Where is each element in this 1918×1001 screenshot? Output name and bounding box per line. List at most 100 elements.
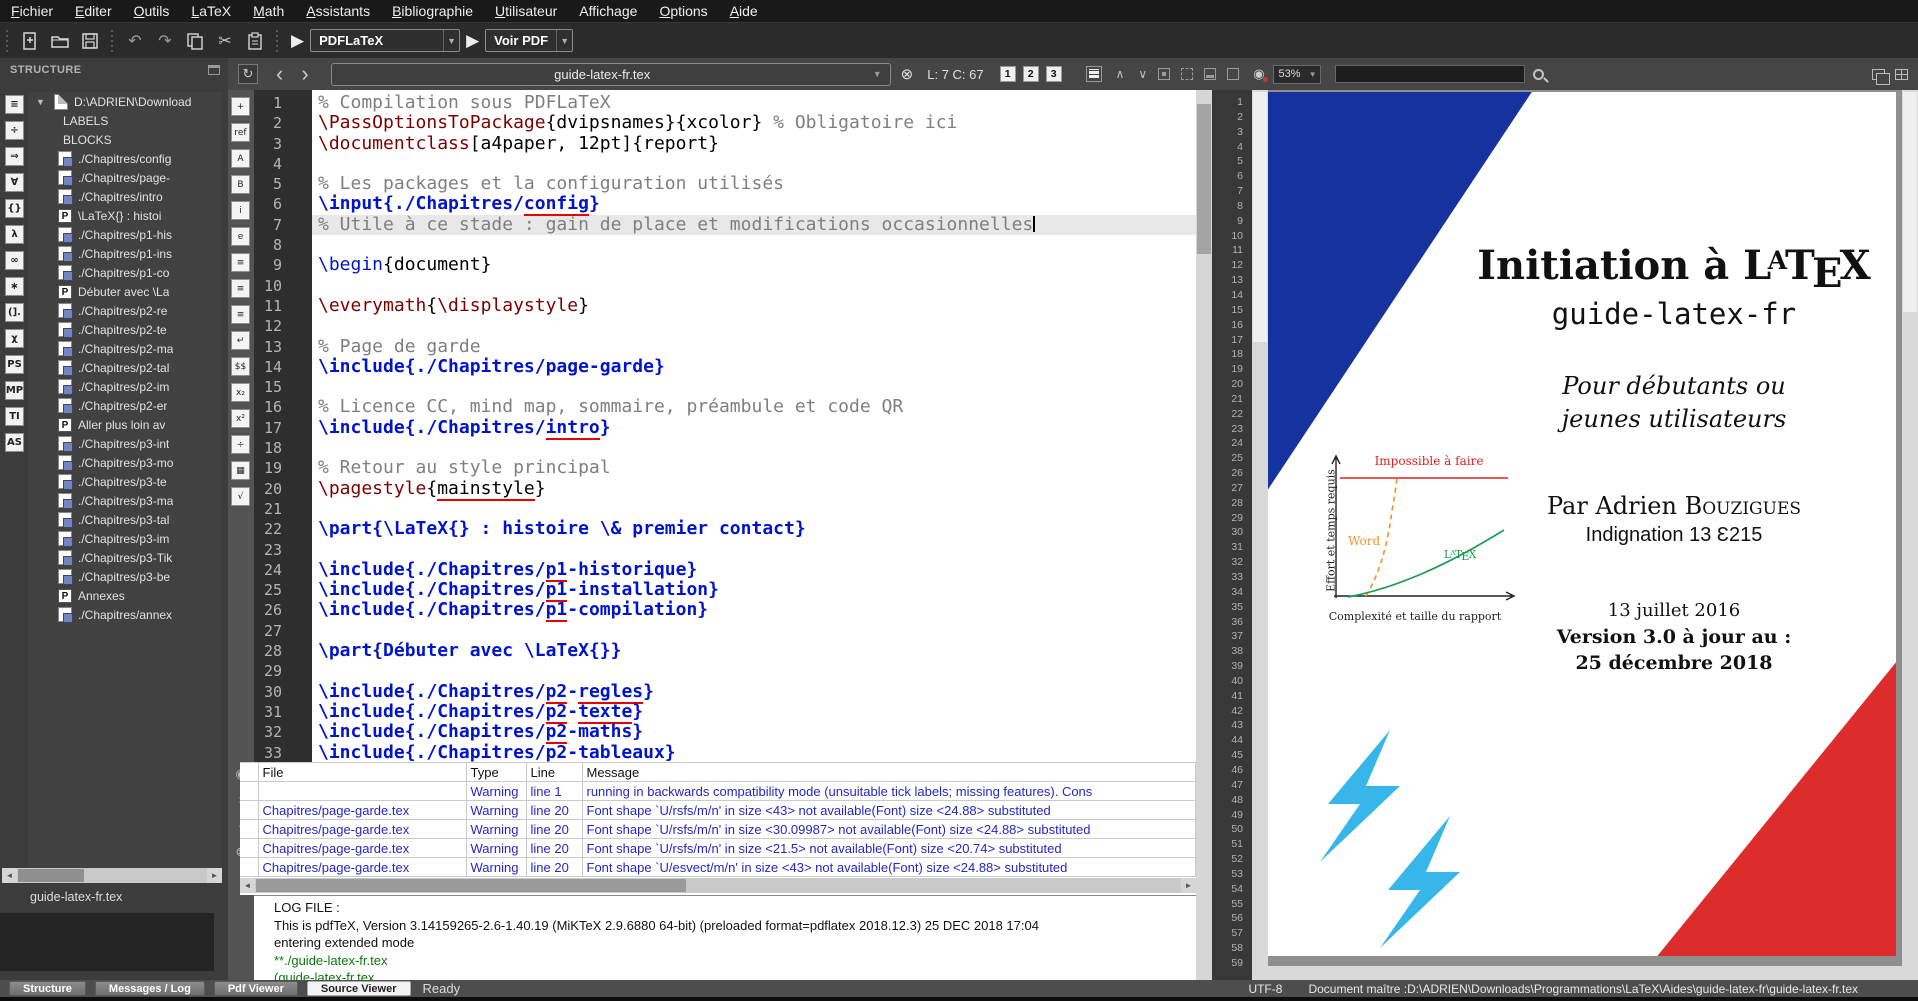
scroll-left-icon[interactable]: ◄ [240,878,255,893]
enumerate-icon[interactable]: ≡ [231,279,250,298]
code-line[interactable] [312,276,1196,296]
menu-aide[interactable]: Aide [719,0,769,22]
tree-item[interactable]: ./Chapitres/p1-ins [28,244,222,263]
scrollbar-thumb[interactable] [1253,92,1267,342]
tree-item[interactable]: P\LaTeX{} : histoi [28,206,222,225]
menu-bibliographie[interactable]: Bibliographie [381,0,484,22]
code-line[interactable] [312,661,1196,681]
messages-col-message[interactable]: Message [582,763,1196,782]
pdf-hscrollbar[interactable] [1268,966,1902,980]
brackets-tab[interactable]: (]. [5,303,24,322]
message-row[interactable]: Chapitres/page-garde.texWarningline 20Fo… [240,801,1196,820]
special-symbols-tab[interactable]: ∗ [5,277,24,296]
redo-button[interactable]: ↷ [152,28,178,54]
scrollbar-thumb[interactable] [18,869,84,882]
tree-item[interactable]: ▼D:\ADRIEN\Download [28,92,222,111]
editor-vscrollbar[interactable] [1196,90,1212,762]
tree-item[interactable]: ./Chapitres/p3-mo [28,453,222,472]
pdf-page[interactable]: Initiation à LATEX guide-latex-fr Pour d… [1268,92,1896,956]
code-line[interactable]: \include{./Chapitres/p2-regles} [312,682,1196,702]
tree-item[interactable]: ./Chapitres/p2-im [28,377,222,396]
view-command-select[interactable]: Voir PDF ▼ [485,29,573,52]
scroll-right-icon[interactable]: ► [207,868,222,883]
arrow-symbols-tab[interactable]: ⇒ [5,147,24,166]
pdf-right-scrollbar[interactable] [1902,90,1918,980]
tree-item[interactable]: PAller plus loin av [28,415,222,434]
superscript-icon[interactable]: x² [231,409,250,428]
tree-item[interactable]: ./Chapitres/p3-tal [28,510,222,529]
tree-item[interactable]: ./Chapitres/intro [28,187,222,206]
close-viewer-icon[interactable]: ⊗ [901,65,914,83]
previous-document-icon[interactable]: ‹ [276,64,283,84]
tree-item[interactable]: ./Chapitres/p2-er [28,396,222,415]
code-line[interactable]: % Page de garde [312,337,1196,357]
code-line[interactable]: \pagestyle{mainstyle} [312,479,1196,499]
status-tab-structure[interactable]: Structure [9,981,86,996]
scroll-left-icon[interactable]: ◄ [2,868,17,883]
tree-item[interactable]: ./Chapitres/p3-im [28,529,222,548]
code-line[interactable]: \documentclass[a4paper, 12pt]{report} [312,134,1196,154]
message-row[interactable]: Chapitres/page-garde.texWarningline 20Fo… [240,839,1196,858]
misc-text-tab[interactable]: χ [5,329,24,348]
status-tab-messages-log[interactable]: Messages / Log [95,981,205,996]
emph-icon[interactable]: e [231,227,250,246]
code-line[interactable] [312,540,1196,560]
detach-viewer-icon[interactable] [1872,69,1885,80]
menu-fichier[interactable]: Fichier [0,0,64,22]
tree-item[interactable]: ./Chapitres/p3-ma [28,491,222,510]
code-line[interactable]: \part{\LaTeX{} : histoire \& premier con… [312,519,1196,539]
label-ref-icon[interactable]: ref [231,123,250,142]
menu-options[interactable]: Options [648,0,718,22]
matrix-icon[interactable]: ▦ [231,461,250,480]
delimiters-tab[interactable]: {} [5,199,24,218]
status-tab-source-viewer[interactable]: Source Viewer [307,981,411,996]
tree-item[interactable]: ./Chapitres/p1-co [28,263,222,282]
code-line[interactable]: \include{./Chapitres/p1-compilation} [312,600,1196,620]
save-button[interactable] [77,28,103,54]
message-row[interactable]: Warningline 1running in backwards compat… [240,782,1196,801]
messages-vscrollbar[interactable] [1196,762,1212,895]
code-line[interactable]: \include{./Chapitres/page-garde} [312,357,1196,377]
tikz-tab[interactable]: TI [5,407,24,426]
expand-arrow-icon[interactable]: ▼ [36,97,46,107]
code-line[interactable]: % Licence CC, mind map, sommaire, préamb… [312,397,1196,417]
scrollbar-thumb[interactable] [256,879,686,892]
run-compile-button[interactable]: ▶ [291,31,304,51]
scrollbar-thumb[interactable] [1197,104,1211,254]
tree-item[interactable]: PAnnexes [28,586,222,605]
presentation-icon[interactable] [1227,68,1239,80]
tree-item[interactable]: ./Chapitres/p2-te [28,320,222,339]
menu-latex[interactable]: LaTeX [180,0,242,22]
menu-outils[interactable]: Outils [123,0,181,22]
messages-table[interactable]: FileTypeLineMessage Warningline 1running… [240,762,1196,877]
fit-page-icon[interactable] [1204,68,1216,80]
page-layout-1-button[interactable]: 1 [1000,66,1016,82]
menu-math[interactable]: Math [242,0,295,22]
tree-item[interactable]: ./Chapitres/p1-his [28,225,222,244]
fit-width-icon[interactable] [1158,68,1170,80]
code-editor[interactable]: % Compilation sous PDFLaTeX\PassOptionsT… [312,90,1196,762]
paste-button[interactable] [242,28,268,54]
messages-hscrollbar[interactable]: ◄ ► [240,878,1196,893]
tree-item[interactable]: ./Chapitres/config [28,149,222,168]
scroll-up-icon[interactable]: ∧ [1116,67,1125,81]
message-row[interactable]: Chapitres/page-garde.texWarningline 20Fo… [240,820,1196,839]
code-line[interactable]: \part{Débuter avec \LaTeX{}} [312,641,1196,661]
code-line[interactable] [312,499,1196,519]
code-line[interactable]: \everymath{\displaystyle} [312,296,1196,316]
relation-symbols-tab[interactable]: ÷ [5,121,24,140]
code-line[interactable]: \include{./Chapitres/p2-texte} [312,702,1196,722]
insert-icon[interactable]: + [231,97,250,116]
code-line[interactable]: \include{./Chapitres/p2-maths} [312,722,1196,742]
misc-symbols-tab[interactable]: ∞ [5,251,24,270]
menu-utilisateur[interactable]: Utilisateur [484,0,568,22]
tree-item[interactable]: ./Chapitres/p2-ma [28,339,222,358]
tree-item[interactable]: ./Chapitres/p3-te [28,472,222,491]
refresh-structure-icon[interactable]: ↻ [238,64,258,84]
magnifier-icon[interactable] [1533,69,1544,80]
code-line[interactable] [312,235,1196,255]
zoom-level-select[interactable]: 53% ▼ [1273,65,1321,84]
sqrt-icon[interactable]: √ [231,487,250,506]
tree-item[interactable]: ./Chapitres/page- [28,168,222,187]
pdf-search-input[interactable] [1335,65,1525,83]
